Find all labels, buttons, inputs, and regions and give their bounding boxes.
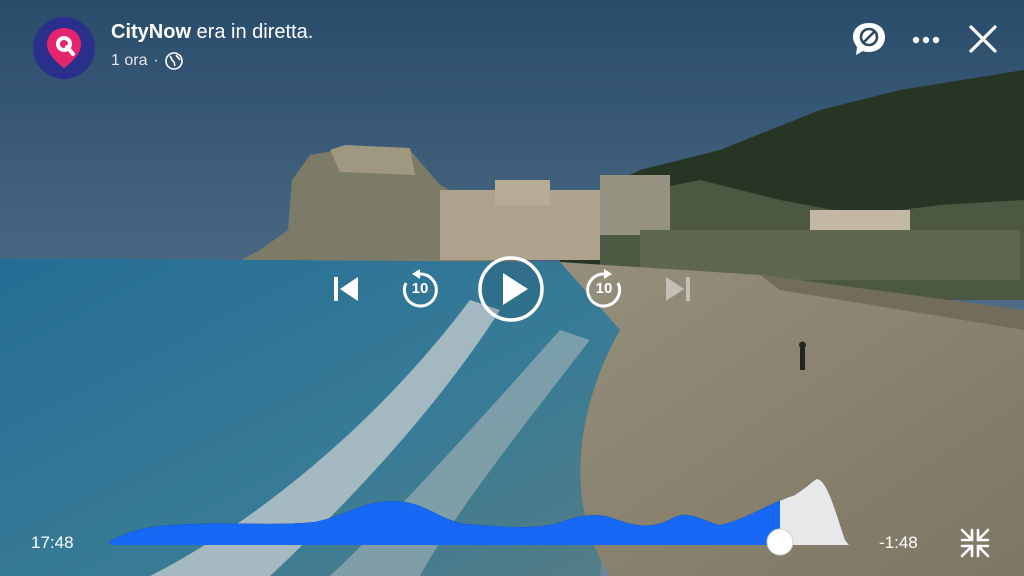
meta-separator: · bbox=[153, 52, 159, 69]
elapsed-time: 17:48 bbox=[31, 533, 74, 552]
minimize-icon bbox=[960, 528, 990, 558]
forward-10-button[interactable]: 10 bbox=[580, 256, 628, 322]
play-button[interactable] bbox=[477, 256, 545, 322]
remaining-time: -1:48 bbox=[879, 533, 918, 552]
rewind-10-button[interactable]: 10 bbox=[396, 256, 444, 322]
globe-icon bbox=[164, 52, 183, 70]
comment-off-icon bbox=[853, 23, 885, 55]
play-icon bbox=[478, 256, 544, 322]
channel-avatar[interactable] bbox=[33, 17, 95, 79]
close-icon bbox=[969, 25, 997, 53]
scrubber-handle[interactable] bbox=[766, 528, 794, 556]
next-button[interactable] bbox=[658, 256, 698, 322]
skip-previous-icon bbox=[334, 277, 358, 301]
progress-waveform[interactable] bbox=[105, 470, 855, 560]
more-options-button[interactable] bbox=[906, 20, 946, 60]
post-age[interactable]: 1 ora bbox=[111, 51, 147, 71]
forward-seconds: 10 bbox=[595, 280, 613, 297]
channel-name[interactable]: CityNow bbox=[111, 21, 191, 43]
comments-off-button[interactable] bbox=[848, 18, 890, 60]
rewind-seconds: 10 bbox=[411, 280, 429, 297]
ellipsis-icon bbox=[912, 36, 940, 44]
map-pin-logo-icon bbox=[47, 28, 81, 68]
exit-fullscreen-button[interactable] bbox=[954, 522, 996, 564]
post-meta: 1 ora · bbox=[111, 51, 183, 71]
close-button[interactable] bbox=[962, 18, 1004, 60]
previous-button[interactable] bbox=[326, 256, 366, 322]
skip-next-icon bbox=[666, 277, 690, 301]
live-status-text: era in diretta. bbox=[191, 21, 314, 43]
waveform-played bbox=[109, 479, 780, 545]
post-title: CityNow era in diretta. bbox=[111, 20, 313, 44]
